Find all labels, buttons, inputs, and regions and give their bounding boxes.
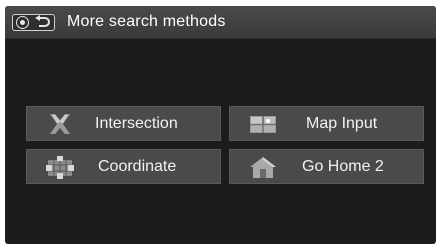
- back-arrow-icon: [35, 15, 50, 27]
- page-title: More search methods: [67, 13, 226, 30]
- coordinate-label: Coordinate: [98, 158, 177, 175]
- home-indicator-icon: [16, 16, 29, 29]
- map-icon: [250, 116, 276, 133]
- intersection-button[interactable]: Intersection: [26, 106, 221, 141]
- intersection-icon: [50, 114, 70, 134]
- intersection-label: Intersection: [95, 115, 178, 132]
- go-home-2-button[interactable]: Go Home 2: [229, 149, 424, 184]
- coordinate-button[interactable]: Coordinate: [26, 149, 221, 184]
- house-icon: [250, 157, 276, 178]
- compass-grid-icon: [46, 156, 74, 179]
- map-input-label: Map Input: [306, 115, 378, 132]
- map-input-button[interactable]: Map Input: [229, 106, 424, 141]
- go-home-2-label: Go Home 2: [302, 158, 384, 175]
- back-button[interactable]: [12, 14, 55, 31]
- nav-screen: More search methods Intersection Map Inp…: [5, 6, 436, 244]
- title-bar: More search methods: [5, 6, 436, 39]
